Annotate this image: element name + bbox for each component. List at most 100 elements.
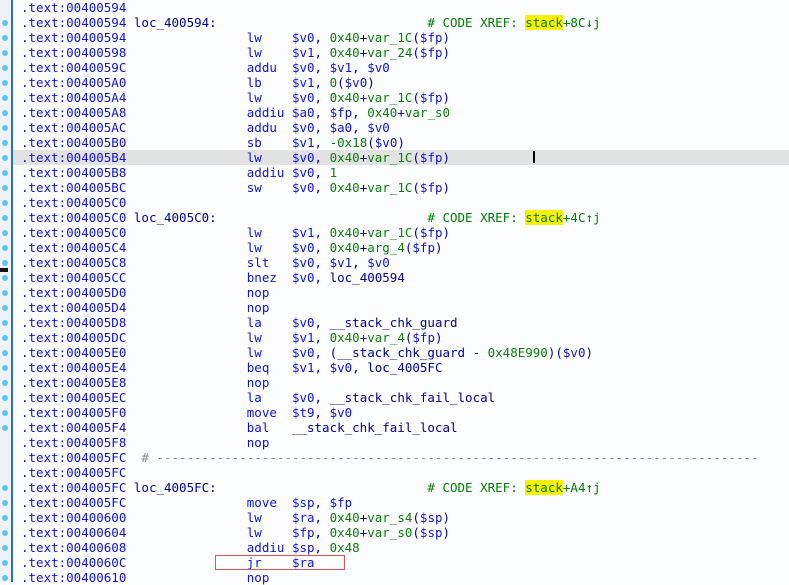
operand-token: )	[442, 90, 451, 105]
operand-token: )	[434, 240, 443, 255]
asm-line[interactable]: .text:00400594 lw $v0, 0x40+var_1C($fp)	[13, 30, 789, 45]
operand-token: $v0	[291, 60, 315, 75]
line-address: .text:00400604	[21, 525, 127, 540]
asm-line[interactable]: .text:004005D8 la $v0, __stack_chk_guard	[13, 315, 789, 330]
operand-token: $v0	[291, 120, 315, 135]
instruction-highlight-box	[215, 555, 345, 570]
operand-token: $a0	[329, 120, 353, 135]
operand-token: $v0	[291, 390, 315, 405]
operand-token: ,	[314, 75, 330, 90]
nav-dot-icon	[2, 50, 8, 56]
asm-line[interactable]: .text:004005FC	[13, 465, 789, 480]
asm-line[interactable]: .text:004005F4 bal __stack_chk_fail_loca…	[13, 420, 789, 435]
asm-line[interactable]: .text:00400600 lw $ra, 0x40+var_s4($sp)	[13, 510, 789, 525]
line-address: .text:004005EC	[21, 390, 127, 405]
asm-line[interactable]: .text:004005C0	[13, 195, 789, 210]
nav-dot-icon	[2, 290, 8, 296]
operand-token: __stack_chk_guard	[329, 315, 458, 330]
mnemonic: lw	[246, 30, 262, 45]
asm-line[interactable]: .text:004005C4 lw $v0, 0x40+arg_4($fp)	[13, 240, 789, 255]
operand-token: $v1	[291, 45, 315, 60]
nav-dot-icon	[2, 425, 8, 431]
asm-line[interactable]: .text:004005C0 loc_4005C0: # CODE XREF: …	[13, 210, 789, 225]
operand-token: $fp	[419, 30, 443, 45]
asm-line[interactable]: .text:004005BC sw $v0, 0x40+var_1C($fp)	[13, 180, 789, 195]
line-address: .text:004005A8	[21, 105, 127, 120]
xref-comment: # CODE XREF:	[427, 210, 526, 225]
asm-line[interactable]: .text:004005FC # -----------------------…	[13, 450, 789, 465]
asm-line[interactable]: .text:004005B0 sb $v1, -0x18($v0)	[13, 135, 789, 150]
operand-token: ,	[314, 30, 330, 45]
asm-line[interactable]: .text:004005A8 addiu $a0, $fp, 0x40+var_…	[13, 105, 789, 120]
operand-token: $v0	[344, 75, 368, 90]
asm-line[interactable]: .text:00400594	[13, 0, 789, 15]
asm-line[interactable]: .text:004005D0 nop	[13, 285, 789, 300]
nav-dot-icon	[2, 200, 8, 206]
xref-highlight: stack	[525, 480, 563, 495]
asm-line[interactable]: .text:004005F0 move $t9, $v0	[13, 405, 789, 420]
code-label: loc_4005C0:	[133, 210, 217, 225]
code-label: loc_400594:	[133, 15, 217, 30]
asm-line[interactable]: .text:00400598 lw $v1, 0x40+var_24($fp)	[13, 45, 789, 60]
operand-token: $v0	[291, 150, 315, 165]
asm-line[interactable]: .text:004005AC addu $v0, $a0, $v0	[13, 120, 789, 135]
operand-token: 0x40	[329, 510, 360, 525]
operand-token: 0x40	[329, 30, 360, 45]
asm-line[interactable]: .text:004005E4 beq $v1, $v0, loc_4005FC	[13, 360, 789, 375]
asm-line[interactable]: .text:004005E8 nop	[13, 375, 789, 390]
asm-line[interactable]: .text:004005B8 addiu $v0, 1	[13, 165, 789, 180]
line-address: .text:004005D0	[21, 285, 127, 300]
operand-token: -	[465, 345, 488, 360]
operand-token: )	[585, 345, 594, 360]
operand-token: )	[367, 75, 375, 90]
operand-token: 0	[329, 75, 338, 90]
nav-dot-icon	[2, 215, 8, 221]
asm-line[interactable]: .text:004005FC move $sp, $fp	[13, 495, 789, 510]
asm-line[interactable]: .text:0040060C jr $ra	[13, 555, 789, 570]
operand-token: $v1	[291, 75, 315, 90]
asm-line[interactable]: .text:004005E0 lw $v0, (__stack_chk_guar…	[13, 345, 789, 360]
asm-line[interactable]: .text:004005DC lw $v1, 0x40+var_4($fp)	[13, 330, 789, 345]
xref-comment: +4C↑j	[562, 210, 601, 225]
separator-comment: # --------------------------------------…	[141, 450, 759, 465]
line-address: .text:004005CC	[21, 270, 127, 285]
operand-token: ,	[314, 180, 330, 195]
operand-token: $fp	[419, 90, 443, 105]
asm-line[interactable]: .text:004005C0 lw $v1, 0x40+var_1C($fp)	[13, 225, 789, 240]
operand-token: __stack_chk_fail_local	[329, 390, 496, 405]
asm-line[interactable]: .text:004005F8 nop	[13, 435, 789, 450]
operand-token: ,	[314, 315, 330, 330]
operand-token: $fp	[419, 225, 443, 240]
asm-line[interactable]: .text:004005D4 nop	[13, 300, 789, 315]
operand-token: $fp	[419, 150, 443, 165]
asm-line[interactable]: .text:00400608 addiu $sp, 0x48	[13, 540, 789, 555]
asm-line[interactable]: .text:004005C8 slt $v0, $v1, $v0	[13, 255, 789, 270]
asm-line[interactable]: .text:0040059C addu $v0, $v1, $v0	[13, 60, 789, 75]
asm-line[interactable]: .text:004005CC bnez $v0, loc_400594	[13, 270, 789, 285]
asm-line-current[interactable]: .text:004005B4 lw $v0, 0x40+var_1C($fp)	[13, 150, 789, 165]
operand-token: )	[442, 30, 451, 45]
asm-line[interactable]: .text:004005A0 lb $v1, 0($v0)	[13, 75, 789, 90]
operand-token: var_1C	[367, 90, 413, 105]
operand-token: ,	[314, 45, 330, 60]
operand-token: $v0	[329, 405, 353, 420]
asm-line[interactable]: .text:004005FC loc_4005FC: # CODE XREF: …	[13, 480, 789, 495]
line-address: .text:004005AC	[21, 120, 127, 135]
navigation-gutter[interactable]	[0, 0, 11, 582]
operand-token: ,	[314, 120, 330, 135]
asm-line[interactable]: .text:00400594 loc_400594: # CODE XREF: …	[13, 15, 789, 30]
operand-token: ,	[314, 225, 330, 240]
mnemonic: bnez	[246, 270, 277, 285]
operand-token: var_s0	[404, 105, 451, 120]
line-address: .text:004005D8	[21, 315, 127, 330]
asm-line[interactable]: .text:00400604 lw $fp, 0x40+var_s0($sp)	[13, 525, 789, 540]
operand-token: $fp	[419, 45, 443, 60]
operand-token: (	[412, 30, 420, 45]
asm-line[interactable]: .text:004005EC la $v0, __stack_chk_fail_…	[13, 390, 789, 405]
line-address: .text:004005B0	[21, 135, 127, 150]
asm-line[interactable]: .text:004005A4 lw $v0, 0x40+var_1C($fp)	[13, 90, 789, 105]
operand-token: $v1	[291, 360, 315, 375]
line-address: .text:00400594	[21, 30, 127, 45]
xref-comment: # CODE XREF:	[427, 15, 526, 30]
asm-line[interactable]: .text:00400610 nop	[13, 570, 789, 585]
